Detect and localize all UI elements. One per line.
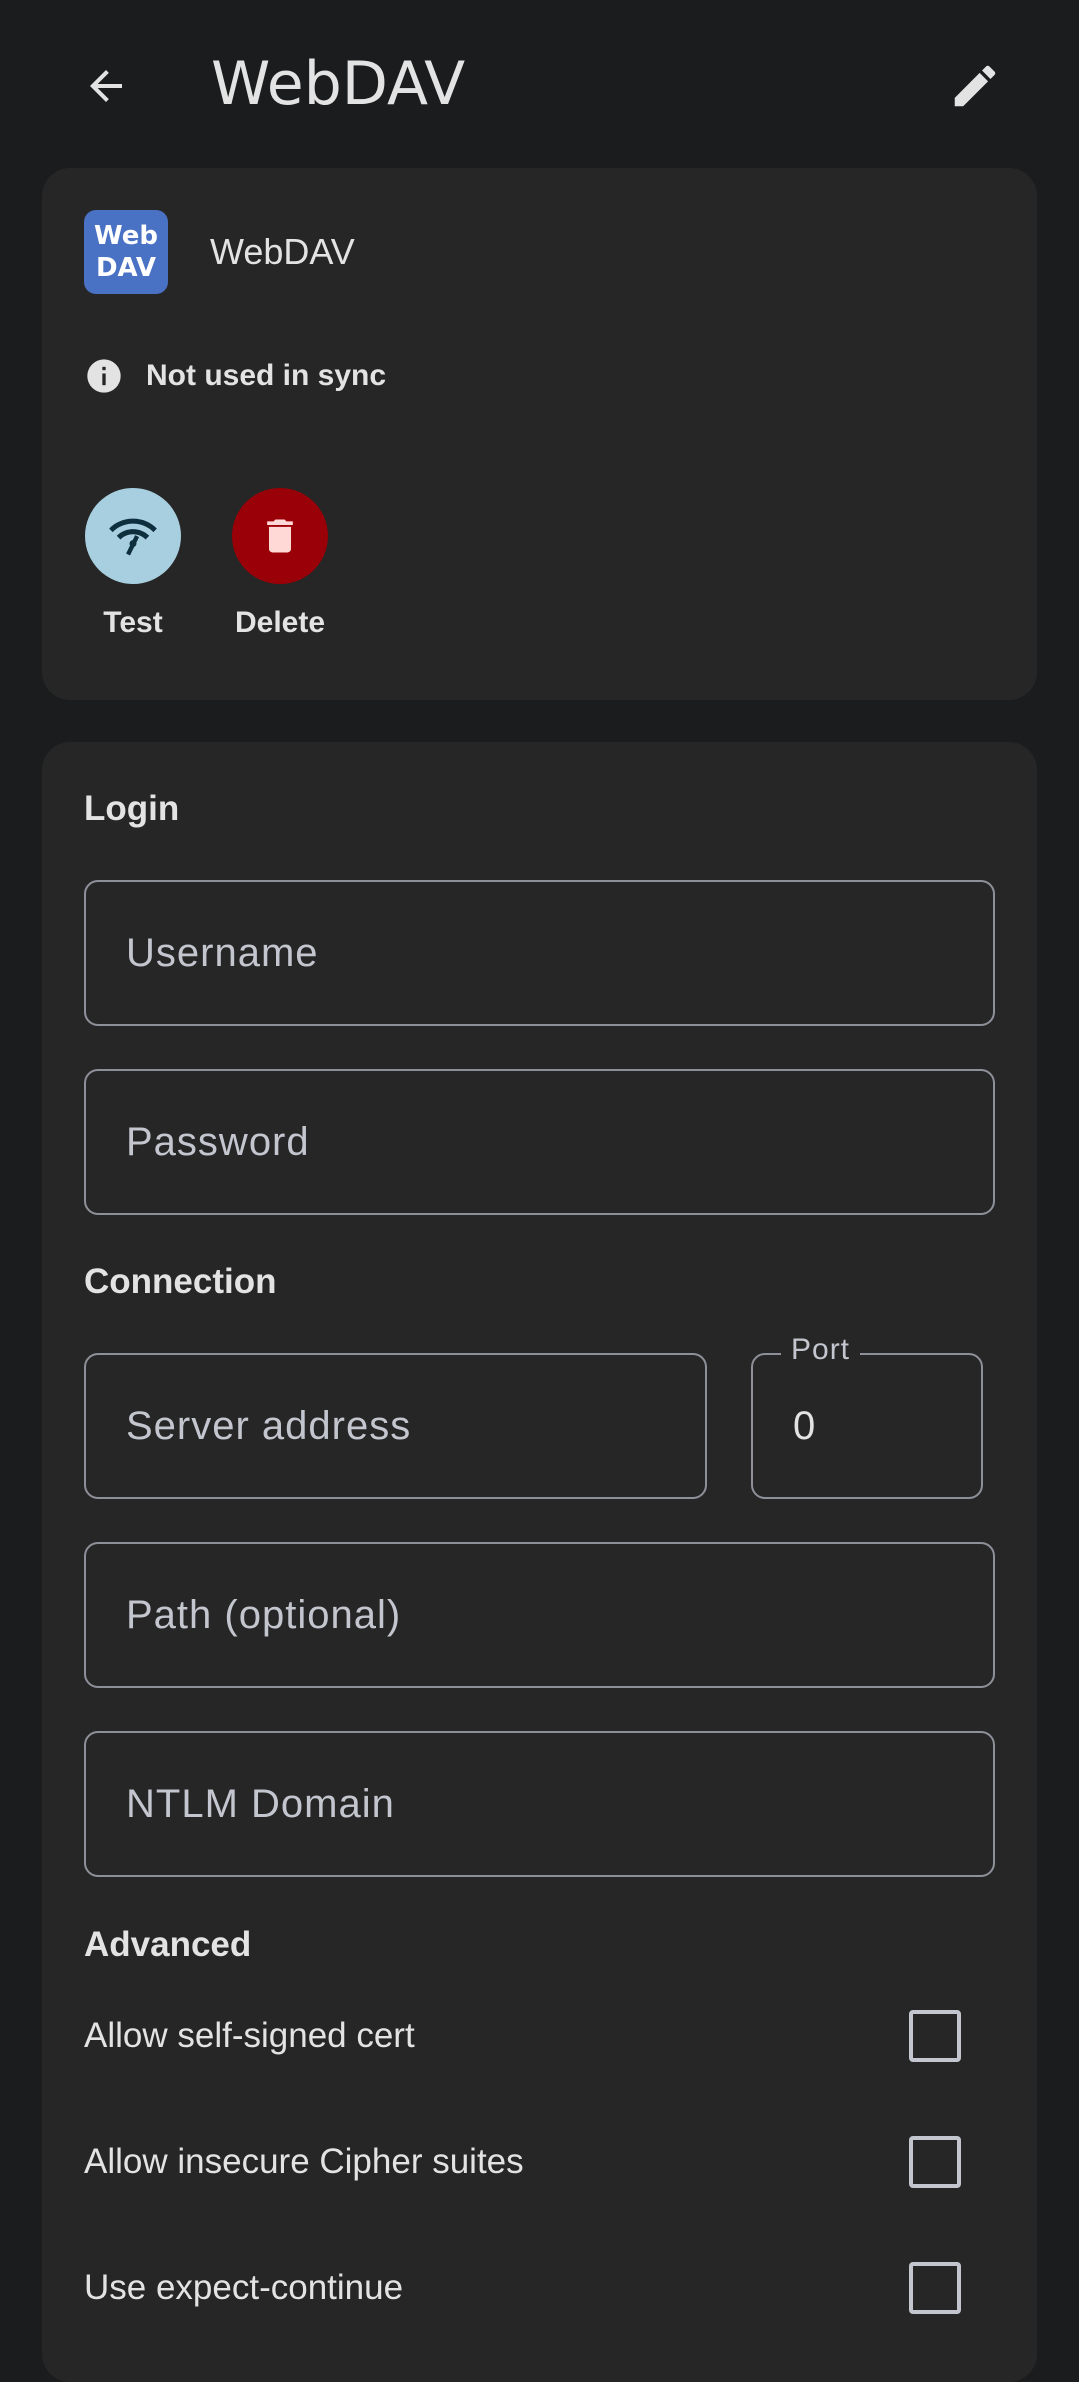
delete-button-circle[interactable] — [232, 488, 328, 584]
self-signed-cert-checkbox[interactable] — [909, 2010, 961, 2062]
server-address-field[interactable]: Server address — [84, 1353, 707, 1499]
trash-icon — [267, 519, 293, 553]
pencil-icon — [954, 65, 996, 107]
port-value: 0 — [793, 1403, 817, 1448]
account-card: Web DAV WebDAV Not used in sync Test Del… — [42, 168, 1037, 700]
arrow-back-icon — [90, 70, 122, 102]
edit-button[interactable] — [945, 56, 1005, 116]
insecure-cipher-label: Allow insecure Cipher suites — [84, 2142, 524, 2181]
logo-line-2: DAV — [95, 253, 157, 283]
ntlm-domain-placeholder: NTLM Domain — [126, 1781, 395, 1826]
webdav-logo: Web DAV — [84, 210, 168, 294]
ntlm-domain-field[interactable]: NTLM Domain — [84, 1731, 995, 1877]
test-button-circle[interactable] — [85, 488, 181, 584]
status-text: Not used in sync — [146, 359, 387, 392]
test-button-label: Test — [103, 606, 163, 639]
self-signed-cert-label: Allow self-signed cert — [84, 2016, 415, 2055]
self-signed-cert-option[interactable]: Allow self-signed cert — [84, 2006, 995, 2066]
password-field[interactable]: Password — [84, 1069, 995, 1215]
insecure-cipher-checkbox[interactable] — [909, 2136, 961, 2188]
page-title: WebDAV — [211, 49, 466, 119]
username-field[interactable]: Username — [84, 880, 995, 1026]
port-field[interactable]: Port 0 — [751, 1333, 983, 1499]
connection-heading: Connection — [84, 1262, 277, 1301]
wifi-test-icon — [109, 518, 157, 556]
logo-line-1: Web — [94, 221, 158, 251]
expect-continue-checkbox[interactable] — [909, 2262, 961, 2314]
top-app-bar: WebDAV — [0, 0, 1079, 168]
settings-card: Login Username Password Connection Serve… — [42, 742, 1037, 2382]
back-button[interactable] — [78, 58, 134, 114]
password-placeholder: Password — [126, 1119, 310, 1164]
delete-button[interactable]: Delete — [215, 488, 345, 640]
test-button[interactable]: Test — [68, 488, 198, 640]
account-name: WebDAV — [210, 231, 355, 272]
expect-continue-label: Use expect-continue — [84, 2268, 404, 2307]
server-address-placeholder: Server address — [126, 1403, 412, 1448]
path-placeholder: Path (optional) — [126, 1592, 402, 1637]
port-label: Port — [781, 1333, 861, 1367]
expect-continue-option[interactable]: Use expect-continue — [84, 2258, 995, 2318]
info-icon — [84, 356, 124, 396]
path-field[interactable]: Path (optional) — [84, 1542, 995, 1688]
sync-status: Not used in sync — [84, 356, 386, 396]
delete-button-label: Delete — [234, 606, 326, 639]
username-placeholder: Username — [126, 930, 319, 975]
insecure-cipher-option[interactable]: Allow insecure Cipher suites — [84, 2132, 995, 2192]
login-heading: Login — [84, 789, 180, 828]
advanced-heading: Advanced — [84, 1925, 252, 1964]
